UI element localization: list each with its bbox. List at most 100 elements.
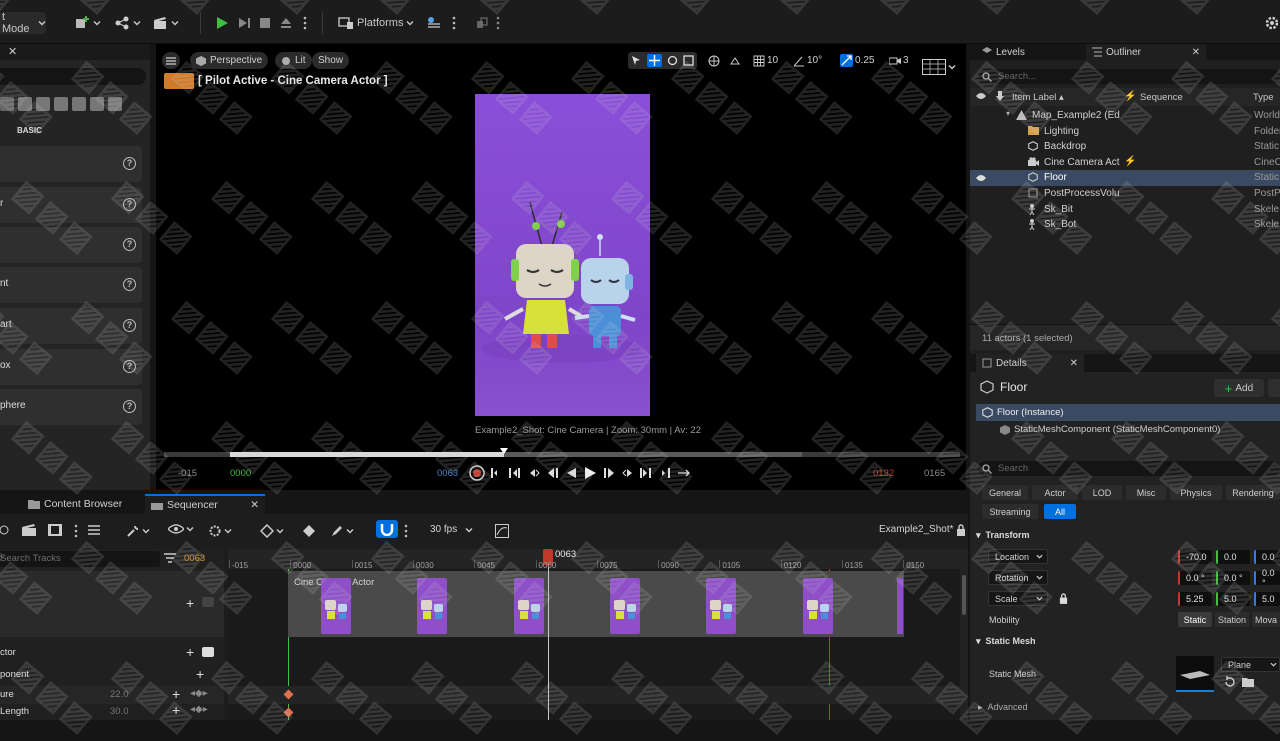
previous-key-icon[interactable]	[509, 467, 523, 479]
visual-effects-icon[interactable]	[90, 97, 104, 111]
place-item[interactable]: r?	[0, 187, 142, 223]
place-item[interactable]: ?	[0, 227, 142, 263]
details-search-input[interactable]: Search	[978, 461, 1280, 476]
add-actor-button[interactable]	[74, 12, 101, 34]
help-icon[interactable]: ?	[123, 278, 136, 291]
layout-button[interactable]	[922, 58, 956, 75]
mode-selector[interactable]: t Mode	[0, 11, 46, 35]
add-key-button[interactable]	[302, 524, 316, 538]
current-frame-field[interactable]: 0063	[184, 553, 205, 564]
static-mesh-section[interactable]: ▾ Static Mesh	[976, 636, 1036, 647]
mobility-static-button[interactable]: Static	[1178, 612, 1212, 627]
track-row[interactable]: ctor +	[0, 644, 224, 662]
category-lod[interactable]: LOD	[1082, 485, 1122, 500]
select-icon[interactable]	[631, 55, 642, 66]
snap-menu[interactable]	[404, 524, 408, 538]
category-actor[interactable]: Actor	[1032, 485, 1078, 500]
stop-button[interactable]	[258, 12, 272, 34]
play-options-menu[interactable]	[303, 12, 307, 34]
playback-options-button[interactable]	[208, 524, 232, 538]
scale-y-field[interactable]: 5.0	[1216, 592, 1250, 606]
find-in-content-button[interactable]	[88, 524, 100, 536]
rotation-x-field[interactable]: 0.0 °	[1178, 571, 1212, 585]
add-key-icon[interactable]: +	[172, 686, 180, 702]
volumes-icon[interactable]	[108, 97, 122, 111]
step-button[interactable]	[236, 12, 252, 34]
place-item[interactable]: ?	[0, 146, 142, 182]
camera-pilot-icon[interactable]	[164, 73, 194, 89]
editor-settings-button[interactable]	[1264, 12, 1280, 34]
actor-name[interactable]: Floor	[1000, 380, 1027, 394]
help-icon[interactable]: ?	[123, 238, 136, 251]
next-key-icon[interactable]	[621, 467, 633, 479]
lit-button[interactable]: Lit	[275, 52, 312, 69]
location-x-field[interactable]: -70.0	[1178, 550, 1212, 564]
column-item-label[interactable]: Item Label ▴	[1012, 92, 1064, 103]
lock-icon[interactable]	[1059, 593, 1068, 604]
outliner-row[interactable]: ▾ Map_Example2 (Ed World	[970, 108, 1280, 124]
mobility-movable-button[interactable]: Mova	[1252, 612, 1280, 627]
category-physics[interactable]: Physics	[1170, 485, 1222, 500]
platforms-button[interactable]: Platforms	[338, 12, 414, 34]
mesh-asset-dropdown[interactable]: Plane	[1221, 657, 1280, 672]
track-row[interactable]: Length 30.0 + ◂◆▸	[0, 702, 224, 720]
cinematics-button[interactable]	[152, 12, 179, 34]
eye-icon[interactable]	[976, 174, 986, 182]
play-button[interactable]	[214, 12, 230, 34]
outliner-row[interactable]: Floor Static	[970, 170, 1280, 187]
range-end-icon[interactable]	[659, 467, 671, 479]
close-icon[interactable]: ✕	[1192, 47, 1200, 58]
place-item[interactable]: ox?	[0, 349, 142, 385]
mobility-stationary-button[interactable]: Station	[1215, 612, 1249, 627]
transform-section[interactable]: ▾ Transform	[976, 530, 1030, 541]
snap-toggle-button[interactable]	[376, 520, 398, 538]
category-all[interactable]: All	[1044, 504, 1076, 519]
render-movie-button[interactable]	[48, 524, 62, 536]
rotation-z-field[interactable]: 0.0 °	[1254, 568, 1280, 588]
component-tree-item[interactable]: StaticMeshComponent (StaticMeshComponent…	[1000, 424, 1220, 435]
help-icon[interactable]: ?	[123, 157, 136, 170]
cinematic-icon[interactable]	[72, 97, 86, 111]
place-item[interactable]: nt?	[0, 267, 142, 303]
rotation-dropdown[interactable]: Rotation	[988, 570, 1048, 585]
source-control-menu[interactable]	[496, 12, 500, 34]
advanced-toggle[interactable]: ▸ Advanced	[978, 702, 1028, 713]
track-row[interactable]: ponent +	[0, 666, 224, 684]
track-row[interactable]: ure 22.0 + ◂◆▸	[0, 686, 224, 704]
playback-range-bar[interactable]	[164, 448, 960, 457]
settings-button[interactable]	[426, 12, 442, 34]
rotation-snap-button[interactable]: 10°	[793, 52, 822, 69]
framerate-dropdown[interactable]: 30 fps	[430, 524, 473, 535]
mesh-thumbnail[interactable]	[1176, 656, 1214, 692]
perspective-button[interactable]: Perspective	[190, 52, 269, 69]
help-icon[interactable]: ?	[123, 360, 136, 373]
pin-icon[interactable]	[996, 91, 1004, 101]
rotate-icon[interactable]	[667, 55, 678, 66]
help-icon[interactable]: ?	[123, 400, 136, 413]
play-reverse-icon[interactable]	[565, 467, 577, 479]
outliner-search-input[interactable]: Search...	[978, 69, 1280, 84]
shapes-icon[interactable]	[54, 97, 68, 111]
view-options-button[interactable]	[168, 524, 194, 534]
track-value[interactable]: 30.0	[110, 706, 129, 717]
camera-lock-icon[interactable]	[202, 597, 214, 607]
help-icon[interactable]: ?	[123, 319, 136, 332]
location-dropdown[interactable]: Location	[988, 549, 1048, 564]
location-z-field[interactable]: 0.0	[1254, 550, 1280, 564]
timeline-area[interactable]: Cine Camera Actor 0063	[228, 549, 968, 720]
tab-sequencer[interactable]: Sequencer ✕	[145, 494, 265, 514]
scale-icon[interactable]	[683, 55, 694, 66]
edit-tool-button[interactable]	[330, 524, 354, 538]
blueprint-button[interactable]	[114, 12, 141, 34]
category-rendering[interactable]: Rendering	[1226, 485, 1280, 500]
rotation-y-field[interactable]: 0.0 °	[1216, 571, 1250, 585]
play-forward-icon[interactable]	[583, 466, 597, 480]
add-track-icon[interactable]: +	[186, 644, 194, 660]
previous-frame-icon[interactable]	[547, 467, 559, 479]
filter-icon[interactable]	[164, 552, 176, 564]
add-component-button[interactable]: + Add	[1214, 379, 1264, 397]
key-options-button[interactable]	[260, 524, 284, 538]
loop-icon[interactable]	[677, 467, 691, 479]
scale-snap-button[interactable]: 0.25	[840, 52, 874, 69]
tab-details[interactable]: Details ✕	[976, 354, 1084, 372]
